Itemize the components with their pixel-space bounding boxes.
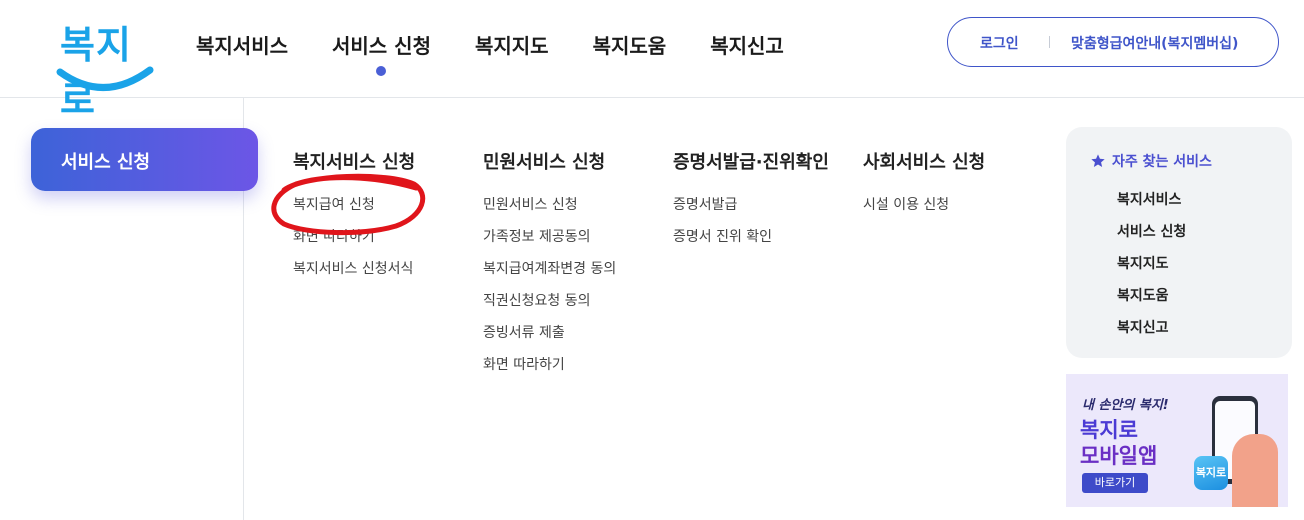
menu-item-certificate-issue[interactable]: 증명서발급 [673, 194, 829, 226]
nav-welfare-report[interactable]: 복지신고 [710, 30, 784, 59]
favorites-panel: 자주 찾는 서비스 복지서비스 서비스 신청 복지지도 복지도움 복지신고 [1066, 127, 1292, 358]
menu-item-family-consent[interactable]: 가족정보 제공동의 [483, 226, 616, 258]
column-title[interactable]: 사회서비스 신청 [863, 148, 985, 174]
active-indicator-dot [376, 66, 387, 76]
menu-item-civil-apply[interactable]: 민원서비스 신청 [483, 194, 616, 226]
nav-label: 서비스 신청 [332, 34, 431, 58]
site-header: 복지로 복지서비스 서비스 신청 복지지도 복지도움 복지신고 로그인 맞춤형급… [0, 0, 1304, 122]
favorites-title-text: 자주 찾는 서비스 [1112, 154, 1212, 170]
menu-item-document-submit[interactable]: 증빙서류 제출 [483, 322, 616, 354]
menu-column-certificate: 증명서발급·진위확인 증명서발급 증명서 진위 확인 [673, 148, 829, 258]
hand-illustration-icon [1232, 434, 1278, 507]
star-icon [1091, 154, 1105, 167]
column-list: 증명서발급 증명서 진위 확인 [673, 194, 829, 258]
nav-welfare-service[interactable]: 복지서비스 [196, 30, 288, 59]
left-panel: 서비스 신청 [0, 98, 258, 520]
favorite-item-welfare-service[interactable]: 복지서비스 [1117, 189, 1186, 221]
menu-item-ex-officio-request[interactable]: 직권신청요청 동의 [483, 290, 616, 322]
favorites-list: 복지서비스 서비스 신청 복지지도 복지도움 복지신고 [1117, 189, 1186, 349]
banner-go-button[interactable]: 바로가기 [1082, 473, 1148, 493]
nav-service-apply[interactable]: 서비스 신청 [332, 30, 431, 76]
favorite-item-welfare-map[interactable]: 복지지도 [1117, 253, 1186, 285]
red-annotation-circle-icon [271, 173, 426, 236]
mobile-app-banner[interactable]: 내 손안의 복지! 복지로 모바일앱 바로가기 복지로 [1066, 374, 1288, 507]
nav-welfare-map[interactable]: 복지지도 [475, 30, 549, 59]
banner-title-line2: 모바일앱 [1080, 444, 1158, 468]
logo-smile-icon [56, 66, 154, 91]
member-box: 로그인 맞춤형급여안내(복지멤버십) [947, 17, 1279, 67]
nav-label: 복지신고 [710, 34, 784, 58]
column-title[interactable]: 증명서발급·진위확인 [673, 148, 829, 174]
favorite-item-welfare-report[interactable]: 복지신고 [1117, 317, 1186, 349]
menu-column-civil-apply: 민원서비스 신청 민원서비스 신청 가족정보 제공동의 복지급여계좌변경 동의 … [483, 148, 616, 386]
menu-item-welfare-forms[interactable]: 복지서비스 신청서식 [293, 258, 415, 290]
menu-item-certificate-verify[interactable]: 증명서 진위 확인 [673, 226, 829, 258]
banner-tagline: 내 손안의 복지! [1082, 398, 1169, 413]
nav-label: 복지지도 [474, 34, 549, 58]
nav-welfare-help[interactable]: 복지도움 [593, 30, 667, 59]
nav-label: 복지도움 [592, 34, 667, 58]
column-list: 민원서비스 신청 가족정보 제공동의 복지급여계좌변경 동의 직권신청요청 동의… [483, 194, 616, 386]
main-nav: 복지서비스 서비스 신청 복지지도 복지도움 복지신고 [196, 30, 828, 76]
menu-item-screen-guide[interactable]: 화면 따라하기 [483, 354, 616, 386]
favorite-item-service-apply[interactable]: 서비스 신청 [1117, 221, 1186, 253]
divider [1049, 36, 1050, 48]
current-menu-pill[interactable]: 서비스 신청 [31, 128, 258, 191]
menu-column-social-service: 사회서비스 신청 시설 이용 신청 [863, 148, 985, 226]
column-title[interactable]: 민원서비스 신청 [483, 148, 616, 174]
column-list: 시설 이용 신청 [863, 194, 985, 226]
app-icon: 복지로 [1194, 456, 1228, 490]
nav-label: 복지서비스 [196, 34, 288, 58]
menu-item-account-change[interactable]: 복지급여계좌변경 동의 [483, 258, 616, 290]
menu-item-facility-apply[interactable]: 시설 이용 신청 [863, 194, 985, 226]
membership-link[interactable]: 맞춤형급여안내(복지멤버십) [1071, 33, 1238, 53]
login-link[interactable]: 로그인 [980, 33, 1019, 53]
site-logo[interactable]: 복지로 [56, 14, 156, 122]
favorites-title: 자주 찾는 서비스 [1090, 151, 1212, 171]
favorite-item-welfare-help[interactable]: 복지도움 [1117, 285, 1186, 317]
